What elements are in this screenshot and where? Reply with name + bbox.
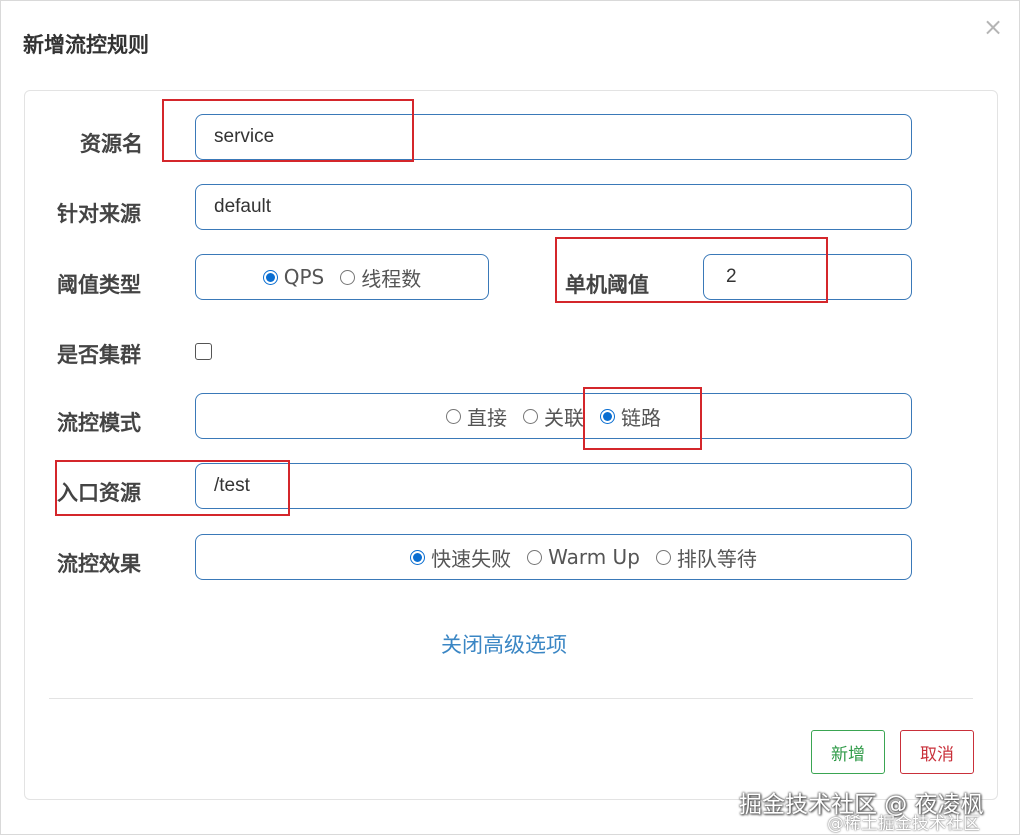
limit-app-label: 针对来源 [57,202,141,226]
threshold-type-group: QPS 线程数 [195,254,489,300]
threshold-type-option-thread[interactable]: 线程数 [340,263,421,292]
flow-rule-dialog: 新增流控规则 × 资源名 针对来源 阈值类型 QPS 线程数 单机阈值 是否集群… [0,0,1020,835]
cluster-checkbox[interactable] [195,343,212,360]
threshold-type-option-qps[interactable]: QPS [262,265,325,289]
threshold-field [703,254,912,300]
limit-app-input[interactable] [196,185,911,229]
resource-field [195,114,912,160]
control-behavior-option-label: 排队等待 [676,546,757,571]
strategy-option-label: 关联 [544,405,584,430]
threshold-type-label: 阈值类型 [57,273,141,297]
strategy-option-chain[interactable]: 链路 [600,402,661,431]
ref-resource-field [195,463,912,509]
radio-selected-icon [262,269,278,285]
threshold-label: 单机阈值 [565,273,649,297]
radio-selected-icon [600,408,615,424]
resource-input[interactable] [196,115,911,159]
control-behavior-option-label: Warm Up [548,545,640,569]
radio-unselected-icon [527,549,543,565]
threshold-input[interactable] [704,255,911,299]
limit-app-field [195,184,912,230]
control-behavior-option-fail-fast[interactable]: 快速失败 [410,543,511,572]
strategy-option-relate[interactable]: 关联 [523,402,584,431]
threshold-type-option-label: QPS [283,265,325,289]
ref-resource-label: 入口资源 [57,481,141,505]
radio-unselected-icon [446,408,461,424]
cluster-label: 是否集群 [57,343,141,367]
resource-label: 资源名 [80,132,143,156]
footer-divider [49,698,973,699]
strategy-option-label: 直接 [467,405,507,430]
control-behavior-option-warm-up[interactable]: Warm Up [527,545,640,569]
radio-selected-icon [410,549,426,565]
control-behavior-group: 快速失败 Warm Up 排队等待 [195,534,912,580]
watermark-secondary: @稀土掘金技术社区 [827,814,980,834]
strategy-group: 直接 关联 链路 [195,393,912,439]
dialog-title: 新增流控规则 [23,33,149,57]
strategy-option-label: 链路 [621,405,661,430]
strategy-option-direct[interactable]: 直接 [446,402,507,431]
control-behavior-option-queue[interactable]: 排队等待 [655,543,757,572]
radio-unselected-icon [655,549,671,565]
close-advanced-options-link[interactable]: 关闭高级选项 [441,629,567,659]
cancel-button[interactable]: 取消 [900,730,974,774]
threshold-type-option-label: 线程数 [361,266,422,291]
radio-unselected-icon [340,269,356,285]
close-icon[interactable]: × [983,13,1003,41]
control-behavior-label: 流控效果 [57,552,141,576]
control-behavior-option-label: 快速失败 [431,546,512,571]
ref-resource-input[interactable] [196,464,911,508]
strategy-label: 流控模式 [57,411,141,435]
radio-unselected-icon [523,408,538,424]
add-button[interactable]: 新增 [811,730,885,774]
